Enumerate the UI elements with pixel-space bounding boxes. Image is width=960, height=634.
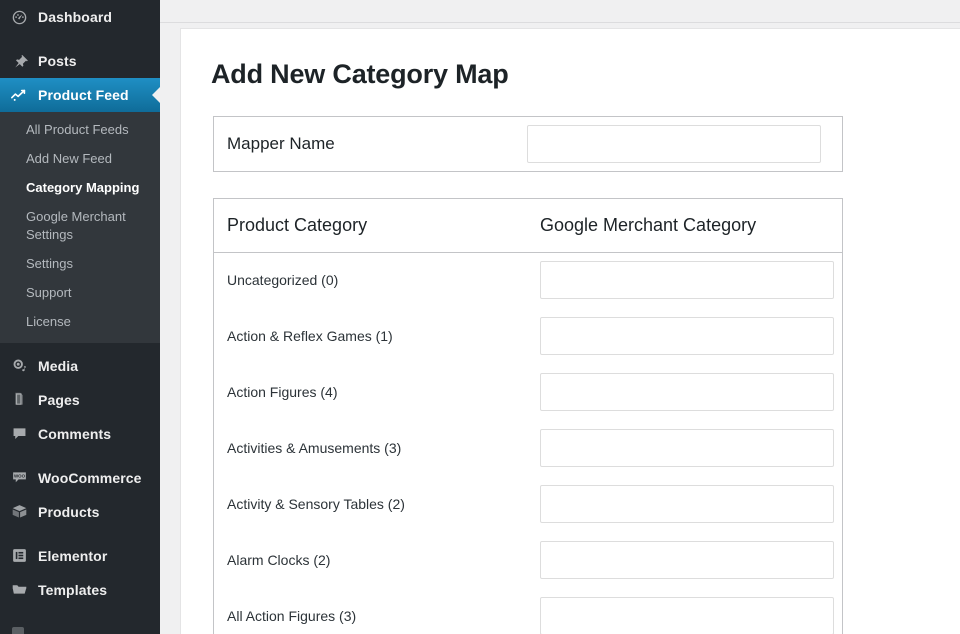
woocommerce-icon: WOO: [9, 468, 29, 488]
google-merchant-category-input[interactable]: [539, 485, 834, 524]
sidebar-item-posts[interactable]: Posts: [0, 44, 160, 78]
sidebar-item-pages[interactable]: Pages: [0, 383, 160, 417]
sidebar-item-comments[interactable]: Comments: [0, 417, 160, 451]
dashboard-icon: [9, 7, 29, 27]
column-header-google-merchant-category: Google Merchant Category: [526, 198, 843, 253]
submenu-item-category-mapping[interactable]: Category Mapping: [0, 174, 160, 203]
sidebar-item-label: Templates: [38, 581, 108, 598]
google-merchant-category-input[interactable]: [539, 596, 834, 634]
product-category-cell: Uncategorized (0): [227, 272, 339, 289]
google-merchant-category-input[interactable]: [539, 317, 834, 356]
table-row: Activities & Amusements (3): [214, 420, 843, 476]
sidebar-item-dashboard[interactable]: Dashboard: [0, 0, 160, 34]
product-category-cell: Alarm Clocks (2): [227, 552, 331, 569]
sidebar-item-woocommerce[interactable]: WOO WooCommerce: [0, 461, 160, 495]
pages-icon: [9, 390, 29, 410]
elementor-icon: [9, 546, 29, 566]
google-merchant-category-input[interactable]: [539, 429, 834, 468]
submenu-item-add-new-feed[interactable]: Add New Feed: [0, 145, 160, 174]
sidebar-item-products[interactable]: Products: [0, 495, 160, 529]
sidebar-item-label: Pages: [38, 391, 80, 408]
content-panel: Add New Category Map Mapper Name Product…: [180, 28, 960, 634]
product-feed-submenu: All Product Feeds Add New Feed Category …: [0, 112, 160, 343]
table-body: Uncategorized (0) Action & Reflex Games …: [214, 252, 843, 634]
google-merchant-category-cell: [527, 588, 843, 634]
google-merchant-category-cell: [527, 532, 843, 588]
sidebar-item-templates[interactable]: Templates: [0, 573, 160, 607]
table-row: Uncategorized (0): [214, 252, 843, 308]
google-merchant-category-input[interactable]: [539, 261, 834, 300]
topbar-divider: [160, 22, 960, 23]
category-mapping-table: Product Category Google Merchant Categor…: [213, 197, 843, 634]
google-merchant-category-cell: [527, 476, 843, 532]
svg-text:WOO: WOO: [13, 474, 25, 479]
submenu-item-support[interactable]: Support: [0, 279, 160, 308]
google-merchant-category-cell: [527, 252, 843, 308]
product-category-cell: Activity & Sensory Tables (2): [227, 496, 405, 513]
sidebar-item-label: Elementor: [38, 547, 108, 564]
comment-icon: [9, 424, 29, 444]
table-head: Product Category Google Merchant Categor…: [213, 198, 843, 253]
folder-icon: [9, 580, 29, 600]
table-row: All Action Figures (3): [214, 588, 843, 634]
admin-topbar: [160, 0, 960, 22]
submenu-item-settings[interactable]: Settings: [0, 250, 160, 279]
google-merchant-category-input[interactable]: [539, 373, 834, 412]
table-row: Action Figures (4): [214, 364, 843, 420]
sidebar-item-label: Media: [38, 357, 79, 374]
page-title: Add New Category Map: [211, 59, 509, 89]
mapper-name-input[interactable]: [527, 124, 821, 163]
submenu-item-google-merchant-settings[interactable]: Google Merchant Settings: [0, 203, 160, 251]
product-category-cell: All Action Figures (3): [227, 607, 357, 624]
menu-separator: [0, 529, 160, 539]
sidebar-overflow-stub: [0, 620, 160, 634]
table-row: Activity & Sensory Tables (2): [214, 476, 843, 532]
pin-icon: [9, 51, 29, 71]
mapper-name-label: Mapper Name: [227, 133, 335, 153]
submenu-item-license[interactable]: License: [0, 308, 160, 337]
google-merchant-category-cell: [527, 308, 843, 364]
table-row: Action & Reflex Games (1): [214, 308, 843, 364]
admin-sidebar: Dashboard Posts Product Feed All Product…: [0, 0, 160, 634]
menu-separator: [0, 34, 160, 44]
product-category-cell: Action & Reflex Games (1): [227, 328, 393, 345]
sidebar-item-label: Product Feed: [38, 87, 129, 103]
table-header-row: Product Category Google Merchant Categor…: [213, 198, 843, 253]
wordpress-admin-screen: Dashboard Posts Product Feed All Product…: [0, 0, 960, 634]
mapper-name-box: Mapper Name: [213, 115, 843, 172]
submenu-item-all-product-feeds[interactable]: All Product Feeds: [0, 116, 160, 145]
product-category-cell: Action Figures (4): [227, 384, 338, 401]
sidebar-item-label: Posts: [38, 53, 77, 69]
sidebar-item-media[interactable]: Media: [0, 349, 160, 383]
table-row: Alarm Clocks (2): [214, 532, 843, 588]
chart-line-icon: [9, 85, 29, 105]
sidebar-item-elementor[interactable]: Elementor: [0, 539, 160, 573]
column-header-product-category: Product Category: [213, 198, 527, 253]
admin-main-area: Add New Category Map Mapper Name Product…: [160, 0, 960, 634]
menu-separator: [0, 451, 160, 461]
google-merchant-category-input[interactable]: [539, 541, 834, 580]
google-merchant-category-cell: [527, 420, 843, 476]
product-category-cell: Activities & Amusements (3): [227, 440, 402, 457]
sidebar-item-label: Dashboard: [38, 9, 113, 25]
sidebar-item-label: WooCommerce: [38, 469, 142, 486]
sidebar-item-label: Products: [38, 503, 100, 520]
sidebar-item-label: Comments: [38, 425, 112, 442]
media-icon: [9, 356, 29, 376]
partial-menu-icon: [12, 627, 24, 634]
box-icon: [9, 502, 29, 522]
sidebar-item-product-feed[interactable]: Product Feed: [0, 78, 160, 112]
google-merchant-category-cell: [527, 364, 843, 420]
